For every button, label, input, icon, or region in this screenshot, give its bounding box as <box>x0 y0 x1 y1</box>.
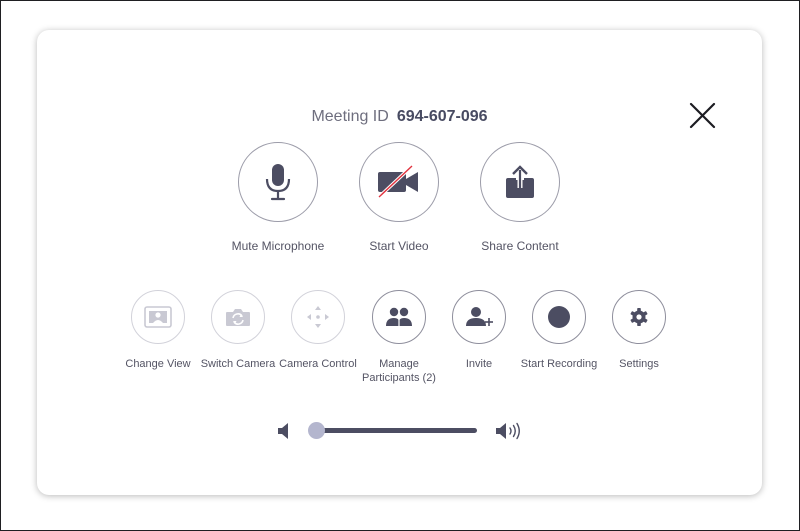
start-video-button[interactable] <box>359 142 439 222</box>
manage-participants-button[interactable] <box>372 290 426 344</box>
invite-icon <box>466 307 493 326</box>
volume-high-button[interactable] <box>495 422 523 445</box>
volume-low-icon <box>278 423 288 439</box>
video-off-icon <box>377 164 418 199</box>
camera-control-icon <box>307 306 329 328</box>
close-icon <box>689 102 716 129</box>
meeting-controls-panel: Meeting ID 694-607-096 Mute Microphone S… <box>37 30 762 495</box>
volume-slider-track[interactable] <box>314 428 477 433</box>
start-recording-button[interactable] <box>532 290 586 344</box>
meeting-id-label: Meeting ID <box>311 108 389 125</box>
share-icon <box>506 165 534 198</box>
manage-participants-label-line2: Participants (2) <box>362 372 436 384</box>
meeting-id-line: Meeting ID 694-607-096 <box>37 107 762 127</box>
mute-microphone-button[interactable] <box>238 142 318 222</box>
change-view-icon <box>144 306 172 328</box>
share-content-label: Share Content <box>481 239 559 253</box>
gear-icon <box>630 308 648 326</box>
meeting-id-value: 694-607-096 <box>396 108 488 125</box>
switch-camera-button[interactable] <box>211 290 265 344</box>
mute-microphone-label: Mute Microphone <box>231 239 325 253</box>
volume-slider-thumb[interactable] <box>308 422 325 439</box>
volume-high-icon <box>496 422 520 440</box>
participants-icon <box>386 307 412 326</box>
settings-label: Settings <box>619 358 659 370</box>
record-icon <box>548 306 570 328</box>
settings-button[interactable] <box>612 290 666 344</box>
microphone-icon <box>265 164 291 201</box>
switch-camera-icon <box>226 309 250 326</box>
camera-control-button[interactable] <box>291 290 345 344</box>
close-button[interactable] <box>688 101 717 130</box>
invite-button[interactable] <box>452 290 506 344</box>
volume-low-button[interactable] <box>277 422 291 445</box>
share-content-button[interactable] <box>480 142 560 222</box>
change-view-button[interactable] <box>131 290 185 344</box>
window-frame: Meeting ID 694-607-096 Mute Microphone S… <box>0 0 800 531</box>
start-video-label: Start Video <box>369 239 429 253</box>
